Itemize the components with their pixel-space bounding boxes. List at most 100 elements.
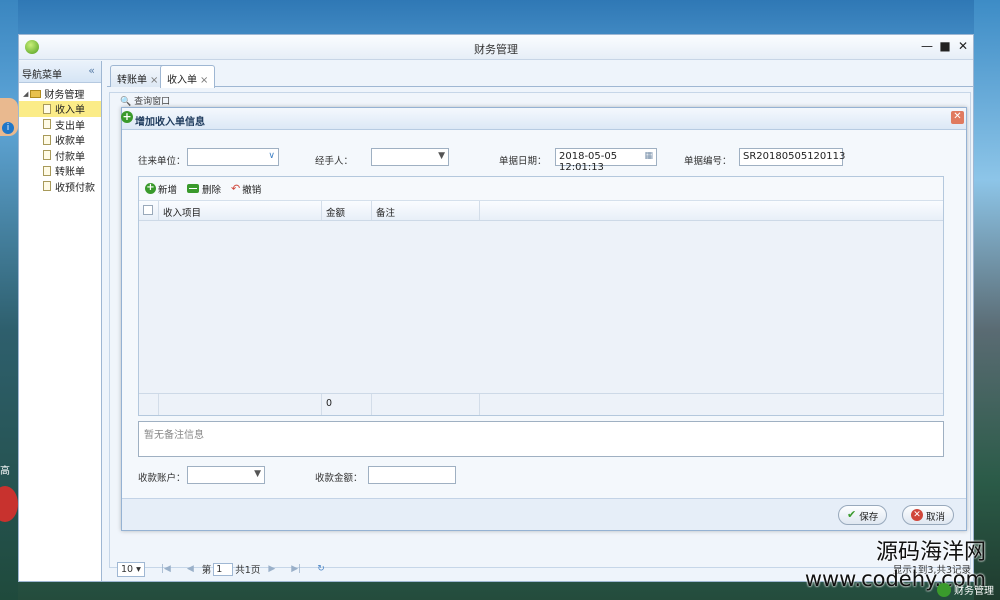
tab-transfer[interactable]: 转账单 ×: [110, 65, 166, 87]
select-all-checkbox[interactable]: [139, 201, 159, 220]
desktop-avatar[interactable]: i: [0, 98, 18, 136]
cancel-label: 取消: [926, 512, 946, 523]
undo-button[interactable]: ↶ 撤销: [231, 182, 261, 196]
cancel-button[interactable]: ✕ 取消: [902, 505, 955, 525]
handler-label: 经手人：: [315, 156, 354, 167]
last-page-icon[interactable]: ▶|: [291, 564, 301, 574]
date-value: 2018-05-05 12:01:13: [559, 151, 618, 173]
footer-cell: [139, 394, 159, 415]
nav-item-label: 付款单: [55, 151, 85, 163]
nav-item-payment[interactable]: 付款单: [19, 148, 101, 164]
total-pages-label: 共1页: [235, 565, 261, 576]
navigation-panel: 导航菜单 « ◢ 财务管理 收入单 支出单 收款单 付款单 转账单 收预付款: [19, 61, 102, 581]
first-page-icon[interactable]: |◀: [161, 564, 171, 574]
nav-item-expense[interactable]: 支出单: [19, 117, 101, 133]
remark-textarea[interactable]: 暂无备注信息: [138, 421, 944, 457]
grid-footer: 0: [139, 393, 943, 415]
desktop-side-text: 高: [0, 466, 10, 477]
document-icon: [43, 150, 51, 161]
number-label: 单据编号：: [684, 156, 732, 167]
amount-label: 收款金额：: [315, 473, 363, 484]
tab-close-icon[interactable]: ×: [150, 75, 158, 86]
add-label: 新增: [158, 184, 178, 196]
nav-item-label: 收入单: [55, 105, 85, 117]
taskbar-label: 财务管理: [954, 586, 994, 597]
undo-label: 撤销: [242, 184, 262, 196]
footer-cell: [159, 394, 322, 415]
tree-root-finance[interactable]: ◢ 财务管理: [19, 83, 101, 101]
nav-item-label: 转账单: [55, 167, 85, 179]
document-icon: [43, 134, 51, 145]
nav-item-transfer[interactable]: 转账单: [19, 163, 101, 179]
document-icon: [43, 103, 51, 114]
window-title: 财务管理: [474, 43, 518, 56]
tab-label: 转账单: [117, 75, 147, 86]
amount-input[interactable]: [368, 466, 456, 484]
undo-icon: ↶: [231, 182, 241, 195]
minimize-icon[interactable]: —: [919, 39, 935, 53]
tab-close-icon[interactable]: ×: [200, 75, 208, 86]
tree-expand-icon[interactable]: ◢: [23, 90, 28, 98]
page-label: 第: [201, 565, 212, 576]
calendar-icon[interactable]: ▦: [644, 151, 653, 161]
info-icon: i: [2, 122, 14, 134]
tree-root-label: 财务管理: [44, 90, 85, 101]
partner-label: 往来单位：: [138, 156, 186, 167]
window-titlebar: 财务管理 — ■ ✕: [19, 35, 973, 60]
nav-header: 导航菜单 «: [19, 61, 101, 83]
query-window-header: 🔍 查询窗口: [110, 93, 970, 107]
add-row-button[interactable]: + 新增: [145, 182, 177, 196]
taskbar-app[interactable]: 财务管理: [937, 582, 994, 597]
document-icon: [43, 181, 51, 192]
nav-item-income[interactable]: 收入单: [19, 101, 101, 117]
account-select[interactable]: ▼: [187, 466, 265, 484]
page-number-input[interactable]: 1: [213, 562, 234, 576]
nav-item-label: 收款单: [55, 136, 85, 148]
dropdown-arrow-icon: ▼: [438, 151, 445, 161]
date-label: 单据日期：: [499, 156, 547, 167]
column-header-item[interactable]: 收入项目: [159, 201, 322, 220]
page-size-select[interactable]: 10 ▾: [117, 561, 145, 577]
date-input[interactable]: 2018-05-05 12:01:13 ▦: [555, 148, 657, 173]
number-input[interactable]: SR20180505120113: [739, 148, 845, 166]
tab-bar: 转账单 × 收入单 ×: [107, 61, 973, 88]
column-header-amount[interactable]: 金额: [322, 201, 372, 220]
nav-header-title: 导航菜单: [22, 70, 62, 81]
column-header-remark[interactable]: 备注: [372, 201, 480, 220]
desktop-background-right: [974, 0, 1000, 600]
next-page-icon[interactable]: ▶: [268, 564, 275, 574]
grid-header: 收入项目 金额 备注: [139, 201, 943, 221]
save-button[interactable]: ✔ 保存: [838, 505, 888, 525]
refresh-icon[interactable]: ↻: [317, 564, 325, 574]
query-window-title: 查询窗口: [134, 97, 171, 107]
plus-icon: +: [145, 182, 156, 194]
document-icon: [43, 119, 51, 130]
dialog-title: 增加收入单信息: [135, 117, 205, 128]
prev-page-icon[interactable]: ◀: [187, 564, 194, 574]
delete-row-button[interactable]: 删除: [187, 182, 221, 196]
dialog-footer: ✔ 保存 ✕ 取消: [122, 498, 966, 530]
grid-body: [139, 221, 943, 393]
nav-item-receipt[interactable]: 收款单: [19, 132, 101, 148]
nav-item-advance-receipt[interactable]: 收预付款: [19, 179, 101, 195]
document-icon: [43, 165, 51, 176]
minus-icon: [187, 184, 200, 193]
close-icon[interactable]: ✕: [955, 39, 971, 53]
watermark-title: 源码海洋网: [875, 540, 986, 565]
collapse-icon[interactable]: «: [88, 64, 95, 77]
dialog-close-icon[interactable]: ✕: [951, 111, 964, 124]
dialog-header: + 增加收入单信息 ✕: [121, 108, 966, 130]
chevron-down-icon: ∨: [268, 151, 275, 161]
partner-select[interactable]: ∨: [187, 148, 279, 166]
tab-label: 收入单: [167, 75, 197, 86]
dropdown-arrow-icon: ▼: [254, 469, 261, 479]
nav-item-label: 支出单: [55, 120, 85, 132]
income-items-grid: + 新增 删除 ↶ 撤销 收入项目 金额 备注 0: [138, 176, 944, 416]
tab-income[interactable]: 收入单 ×: [160, 65, 216, 88]
add-income-dialog: + 增加收入单信息 ✕ 往来单位： ∨ 经手人： ▼ 单据日期： 2018-05…: [121, 107, 967, 531]
footer-cell: [372, 394, 480, 415]
maximize-icon[interactable]: ■: [937, 39, 953, 53]
handler-select[interactable]: ▼: [371, 148, 449, 166]
add-icon: +: [121, 110, 133, 123]
grid-toolbar: + 新增 删除 ↶ 撤销: [139, 177, 943, 201]
